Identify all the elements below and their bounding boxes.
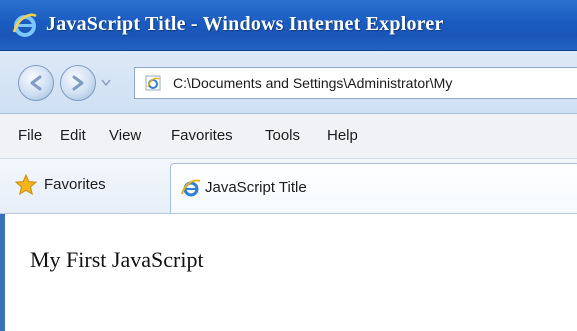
menu-favorites[interactable]: Favorites [171,127,233,144]
back-arrow-icon [30,75,42,91]
ie-tab-icon [181,179,201,197]
internet-explorer-logo-icon [12,13,37,37]
menu-view[interactable]: View [109,127,141,144]
tab-javascript-title[interactable]: JavaScript Title [170,163,577,213]
page-content: My First JavaScript [0,214,577,331]
window-title: JavaScript Title - Windows Internet Expl… [46,13,444,35]
address-bar[interactable]: C:\Documents and Settings\Administrator\… [134,67,577,99]
menu-tools[interactable]: Tools [265,127,300,144]
menu-file[interactable]: File [18,127,42,144]
window-left-border [0,214,5,331]
tab-label: JavaScript Title [205,179,307,196]
forward-arrow-icon [72,75,84,91]
favorites-label: Favorites [44,176,106,193]
page-heading-text: My First JavaScript [30,247,204,272]
back-button[interactable] [18,65,54,101]
browser-window: JavaScript Title - Windows Internet Expl… [0,0,577,331]
title-bar[interactable]: JavaScript Title - Windows Internet Expl… [0,0,577,51]
navigation-bar: C:\Documents and Settings\Administrator\… [0,51,577,114]
forward-button[interactable] [60,65,96,101]
favorites-bar: Favorites JavaScript Title [0,159,577,214]
url-text: C:\Documents and Settings\Administrator\… [173,75,453,91]
menu-edit[interactable]: Edit [60,127,86,144]
menu-bar: File Edit View Favorites Tools Help [0,114,577,159]
ie-page-icon [145,75,161,91]
history-dropdown-icon[interactable] [101,79,111,87]
menu-help[interactable]: Help [327,127,358,144]
star-icon [14,173,38,196]
